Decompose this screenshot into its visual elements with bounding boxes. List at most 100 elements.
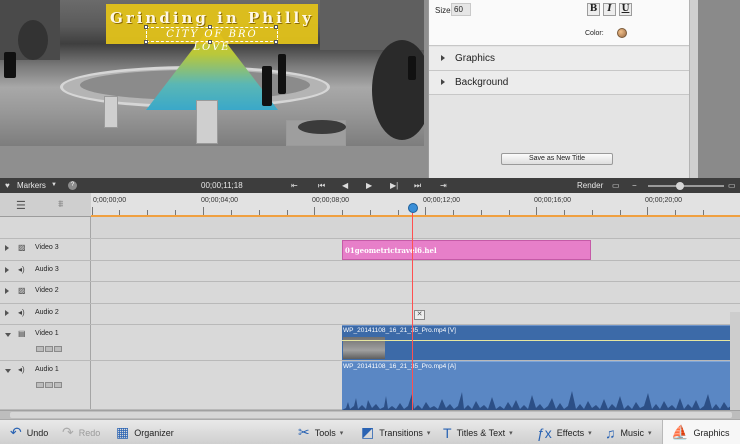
zoom-out-icon[interactable]: − [632,181,637,190]
expand-triangle-icon[interactable] [5,288,9,294]
ruler-timecode: 00;00;16;00 [534,197,571,204]
track-lane[interactable] [91,217,740,238]
timeline-vertical-scrollbar[interactable] [730,312,740,410]
track-header[interactable]: ▨ Video 2 [0,282,91,303]
transitions-button[interactable]: ◩ Transitions ▾ [361,420,430,444]
zoom-slider[interactable] [648,185,724,187]
playhead-line[interactable] [412,213,413,410]
fit-icon[interactable]: ▭ [612,181,620,190]
ruler-tick [675,210,676,215]
timeline-toolbar: ♥ Markers ▼ ? 00;00;11;18 ⇤ ⏮ ◀ ▶ ▶| ⏭ ⇥… [0,178,740,193]
keyframe-next-icon[interactable] [54,346,62,352]
audio-clip[interactable]: WP_20141108_16_21_35_Pro.mp4 [A] [342,361,740,410]
selection-handle[interactable] [208,40,212,44]
section-background[interactable]: Background [429,71,689,95]
zoom-in-icon[interactable]: ▭ [728,181,736,190]
skater-figure [262,66,272,106]
speaker-icon[interactable]: ◂) [18,265,25,274]
track-header[interactable]: ◂) Audio 3 [0,261,91,281]
keyframe-next-icon[interactable] [54,382,62,388]
collapse-triangle-icon[interactable] [5,333,11,337]
track-header[interactable]: ◂) Audio 1 [0,361,91,409]
undo-button[interactable]: ↶ Undo [10,420,48,444]
audio-clip-label: WP_20141108_16_21_35_Pro.mp4 [A] [343,363,456,370]
action-bar: ↶ Undo ↷ Redo ▦ Organizer ✂ Tools ▾ ◩ Tr… [0,419,740,444]
transitions-icon: ◩ [361,424,375,440]
step-forward-icon[interactable]: ▶| [390,181,398,190]
playhead-handle[interactable] [408,203,418,213]
speaker-icon[interactable]: ◂) [18,308,25,317]
graphics-button[interactable]: ⛵ Graphics [662,420,740,444]
film-icon[interactable]: ▨ [18,243,26,252]
timeline-horizontal-scrollbar[interactable] [0,410,740,419]
underline-button[interactable]: U [619,3,632,16]
video-frame[interactable]: Grinding in Philly CITY OF BRO LOVE [0,0,424,146]
music-label: Music [620,427,645,438]
save-as-new-title-button[interactable]: Save as New Title [501,153,613,165]
heart-icon[interactable]: ♥ [5,181,10,190]
keyframe-prev-icon[interactable] [36,346,44,352]
keyframe-prev-icon[interactable] [36,382,44,388]
ruler-tick [259,210,260,215]
selection-handle[interactable] [144,25,148,29]
tools-button[interactable]: ✂ Tools ▾ [298,420,343,444]
title-main-text[interactable]: Grinding in Philly [106,9,318,27]
track-header[interactable]: ▨ Video 3 [0,239,91,260]
color-picker-icon[interactable] [617,28,627,38]
expand-triangle-icon[interactable] [5,245,9,251]
titles-text-button[interactable]: T Titles & Text ▾ [443,420,513,444]
ruler-tick [370,210,371,215]
selection-handle[interactable] [144,40,148,44]
organizer-icon: ▦ [116,424,130,440]
expand-triangle-icon[interactable] [5,267,9,273]
speaker-icon[interactable]: ◂) [18,365,25,374]
font-size-input[interactable]: 60 [451,3,471,16]
organizer-button[interactable]: ▦ Organizer [116,420,174,444]
track-header[interactable]: ▤ Video 1 [0,325,91,360]
section-graphics[interactable]: Graphics [429,47,689,71]
ruler-tick [92,207,93,215]
opacity-line[interactable] [342,340,740,341]
music-button[interactable]: ♫ Music ▾ [605,420,652,444]
film-icon[interactable]: ▤ [18,329,26,338]
ruler-timecode: 00;00;04;00 [201,197,238,204]
redo-button[interactable]: ↷ Redo [62,420,100,444]
keyframe-add-icon[interactable] [45,346,53,352]
go-to-start-icon[interactable]: ⇤ [291,181,298,190]
help-icon[interactable]: ? [68,181,77,190]
selection-handle[interactable] [208,25,212,29]
collapse-triangle-icon[interactable] [5,369,11,373]
video-clip[interactable]: WP_20141108_16_21_35_Pro.mp4 [V] [342,325,740,360]
audio-waveform-icon[interactable]: ⩩ [58,199,63,210]
title-clip[interactable]: 01geometrictravel6.hel [342,240,591,260]
timeline-tracks: ▨ Video 3 ◂) Audio 3 ▨ Video 2 ◂) Audio … [0,217,740,410]
previous-edit-icon[interactable]: ⏮ [318,181,325,191]
keyframe-add-icon[interactable] [45,382,53,388]
markers-menu[interactable]: Markers [17,181,46,190]
film-icon[interactable]: ▨ [18,286,26,295]
track-settings-icon[interactable]: ☰ [16,199,26,212]
italic-button[interactable]: I [603,3,616,16]
title-sub-text[interactable]: CITY OF BRO LOVE [146,27,278,53]
selection-handle[interactable] [274,40,278,44]
scrollbar-thumb[interactable] [10,412,732,418]
chevron-down-icon[interactable]: ▼ [51,182,57,188]
play-icon[interactable]: ▶ [366,181,372,190]
track-header[interactable]: ◂) Audio 2 [0,304,91,324]
effects-button[interactable]: ƒx Effects ▾ [537,420,592,444]
track-lane[interactable] [91,261,740,281]
zoom-slider-thumb[interactable] [676,182,684,190]
expand-triangle-icon[interactable] [5,310,9,316]
bold-button[interactable]: B [587,3,600,16]
title-properties-panel: Size 60 B I U Color: Graphics Background… [428,0,699,178]
step-back-icon[interactable]: ◀ [342,181,348,190]
transition-icon[interactable]: ✕ [414,310,425,320]
render-button[interactable]: Render [577,181,603,190]
size-label: Size [435,6,451,15]
track-name: Audio 3 [35,266,59,273]
go-to-end-icon[interactable]: ⇥ [440,181,447,190]
track-lane[interactable] [91,282,740,303]
undo-icon: ↶ [10,424,22,440]
selection-handle[interactable] [274,25,278,29]
next-edit-icon[interactable]: ⏭ [414,181,421,191]
